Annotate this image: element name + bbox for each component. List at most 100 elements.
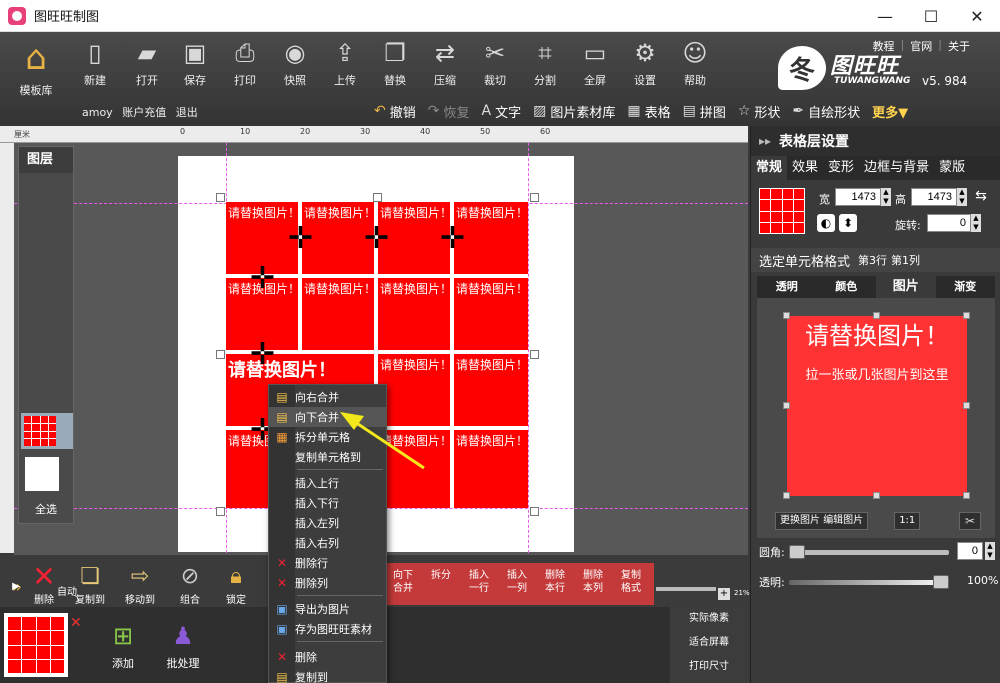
batch-process-button[interactable]: ♟ 批处理 bbox=[158, 619, 208, 671]
replace-image-button[interactable]: 更换图片 编辑图片 bbox=[775, 512, 869, 530]
resize-handle[interactable] bbox=[530, 350, 539, 359]
context-menu-item[interactable]: ▣ 导出为图片 bbox=[269, 599, 386, 619]
swap-size-icon[interactable]: ⇆ bbox=[971, 188, 991, 206]
recharge-link[interactable]: 账户充值 bbox=[122, 106, 166, 119]
folder-button[interactable]: ▰ 打开 bbox=[124, 38, 170, 94]
actual-pixels-button[interactable]: 实际像素 bbox=[670, 607, 748, 631]
printer-button[interactable]: ⎙ 打印 bbox=[222, 38, 268, 94]
select-all-button[interactable]: 全选 bbox=[19, 501, 73, 517]
image-handle[interactable] bbox=[783, 312, 790, 319]
expand-icon[interactable]: ▸▸ bbox=[759, 134, 771, 148]
redo-button[interactable]: ↷ 恢复 bbox=[424, 100, 474, 123]
minimize-button[interactable]: — bbox=[862, 0, 908, 32]
copy-to-button[interactable]: ❏ 复制到 bbox=[68, 561, 112, 607]
table-cell[interactable]: 请替换图片！ bbox=[378, 354, 450, 426]
radius-slider[interactable] bbox=[789, 550, 949, 555]
image-handle[interactable] bbox=[963, 492, 970, 499]
radius-stepper[interactable]: ▲ ▼ bbox=[985, 542, 995, 560]
tab-gradient[interactable]: 渐变 bbox=[936, 276, 996, 298]
opacity-slider-thumb[interactable] bbox=[933, 575, 949, 589]
camera-button[interactable]: ◉ 快照 bbox=[272, 38, 318, 94]
move-to-button[interactable]: ⇨ 移动到 bbox=[118, 561, 162, 607]
image-drop-zone[interactable]: 请替换图片！ 拉一张或几张图片到这里 bbox=[787, 316, 967, 496]
table-tool-button[interactable]: 删除 本列 bbox=[574, 563, 612, 605]
width-input[interactable] bbox=[835, 188, 881, 206]
group-button[interactable]: ⊘ 组合 bbox=[168, 561, 212, 607]
tab-effects[interactable]: 效果 bbox=[787, 156, 823, 180]
save-button[interactable]: ▣ 保存 bbox=[172, 38, 218, 94]
context-menu-item[interactable]: ▦ 拆分单元格 bbox=[269, 427, 386, 447]
print-size-button[interactable]: 打印尺寸 bbox=[670, 655, 748, 679]
radius-input[interactable] bbox=[957, 542, 983, 560]
resize-handle[interactable] bbox=[216, 507, 225, 516]
context-menu-item[interactable]: ▣ 存为图旺旺素材 bbox=[269, 619, 386, 639]
tab-transparent[interactable]: 透明 bbox=[757, 276, 817, 298]
table-cell[interactable]: 请替换图片！ bbox=[378, 430, 450, 508]
gear-button[interactable]: ⚙ 设置 bbox=[622, 38, 668, 94]
flip-vertical-icon[interactable]: ⬍ bbox=[839, 214, 857, 232]
tab-border-background[interactable]: 边框与背景 bbox=[859, 156, 934, 180]
text-tool-button[interactable]: A 文字 bbox=[478, 100, 526, 123]
height-stepper[interactable]: ▲ ▼ bbox=[957, 188, 967, 206]
layer-table-thumb[interactable] bbox=[21, 413, 73, 449]
shape-button[interactable]: ☆ 形状 bbox=[734, 100, 785, 123]
lock-button[interactable]: 🔒︎ 锁定 bbox=[214, 561, 258, 607]
radius-slider-thumb[interactable] bbox=[789, 545, 805, 559]
logout-link[interactable]: 退出 bbox=[176, 106, 198, 119]
context-menu-item[interactable]: 复制单元格到 bbox=[269, 447, 386, 467]
image-handle[interactable] bbox=[873, 312, 880, 319]
table-cell[interactable]: 请替换图片！ bbox=[454, 354, 528, 426]
image-handle[interactable] bbox=[783, 402, 790, 409]
monitor-button[interactable]: ▭ 全屏 bbox=[572, 38, 618, 94]
resize-handle[interactable] bbox=[530, 193, 539, 202]
remove-page-icon[interactable]: ✕ bbox=[70, 615, 82, 631]
context-menu-item[interactable]: 插入上行 bbox=[269, 473, 386, 493]
table-cell[interactable]: 请替换图片！ bbox=[454, 430, 528, 508]
maximize-button[interactable]: ☐ bbox=[908, 0, 954, 32]
table-cell[interactable]: 请替换图片！ bbox=[378, 278, 450, 350]
more-button[interactable]: 更多▼ bbox=[868, 100, 912, 123]
table-tool-button[interactable]: 复制 格式 bbox=[612, 563, 650, 605]
rotate-input[interactable] bbox=[927, 214, 971, 232]
play-button[interactable]: ▶ bbox=[6, 581, 26, 592]
crop-tool-icon[interactable]: ✂ bbox=[959, 512, 981, 530]
close-button[interactable]: ✕ bbox=[954, 0, 1000, 32]
upload-button[interactable]: ⇪ 上传 bbox=[322, 38, 368, 94]
context-menu-item[interactable]: ✕ 删除 bbox=[269, 647, 386, 667]
compress-button[interactable]: ⇄ 压缩 bbox=[422, 38, 468, 94]
tab-color[interactable]: 颜色 bbox=[817, 276, 877, 298]
collage-button[interactable]: ▤ 拼图 bbox=[679, 100, 730, 123]
table-tool-button[interactable]: 删除 本行 bbox=[536, 563, 574, 605]
width-stepper[interactable]: ▲ ▼ bbox=[881, 188, 891, 206]
ratio-button[interactable]: 1:1 bbox=[894, 512, 921, 530]
context-menu-item[interactable]: 插入下行 bbox=[269, 493, 386, 513]
table-cell[interactable]: 请替换图片！ bbox=[302, 278, 374, 350]
image-library-button[interactable]: ▨ 图片素材库 bbox=[529, 100, 619, 123]
custom-shape-button[interactable]: ✒ 自绘形状 bbox=[788, 100, 864, 123]
table-tool-button[interactable]: 插入 一行 bbox=[460, 563, 498, 605]
context-menu-item[interactable]: ✕ 删除行 bbox=[269, 553, 386, 573]
about-link[interactable]: 关于 bbox=[948, 38, 970, 54]
resize-handle[interactable] bbox=[216, 350, 225, 359]
resize-handle[interactable] bbox=[373, 193, 382, 202]
context-menu-item[interactable]: ▤ 复制到 bbox=[269, 667, 386, 683]
table-tool-button[interactable]: 拆分 bbox=[422, 563, 460, 605]
rotate-stepper[interactable]: ▲ ▼ bbox=[971, 214, 981, 232]
flip-horizontal-icon[interactable]: ◐ bbox=[817, 214, 835, 232]
scissors-button[interactable]: ✂ 裁切 bbox=[472, 38, 518, 94]
fit-screen-button[interactable]: 适合屏幕 bbox=[670, 631, 748, 655]
zoom-slider[interactable] bbox=[656, 587, 716, 591]
edit-image-label[interactable]: 编辑图片 bbox=[823, 515, 863, 526]
context-menu-item[interactable]: ▤ 向下合并 bbox=[269, 407, 386, 427]
layer-background-thumb[interactable] bbox=[25, 457, 59, 491]
table-tool-button[interactable]: 插入 一列 bbox=[498, 563, 536, 605]
tab-picture[interactable]: 图片 bbox=[876, 276, 936, 298]
replace-button[interactable]: ❐ 替换 bbox=[372, 38, 418, 94]
tab-transform[interactable]: 变形 bbox=[823, 156, 859, 180]
page-thumbnail[interactable] bbox=[4, 613, 68, 677]
zoom-in-button[interactable]: + bbox=[718, 588, 730, 600]
table-tool-button[interactable]: ▦ 表格 bbox=[623, 100, 674, 123]
add-page-button[interactable]: ⊞ 添加 bbox=[98, 619, 148, 671]
image-handle[interactable] bbox=[963, 402, 970, 409]
image-handle[interactable] bbox=[963, 312, 970, 319]
